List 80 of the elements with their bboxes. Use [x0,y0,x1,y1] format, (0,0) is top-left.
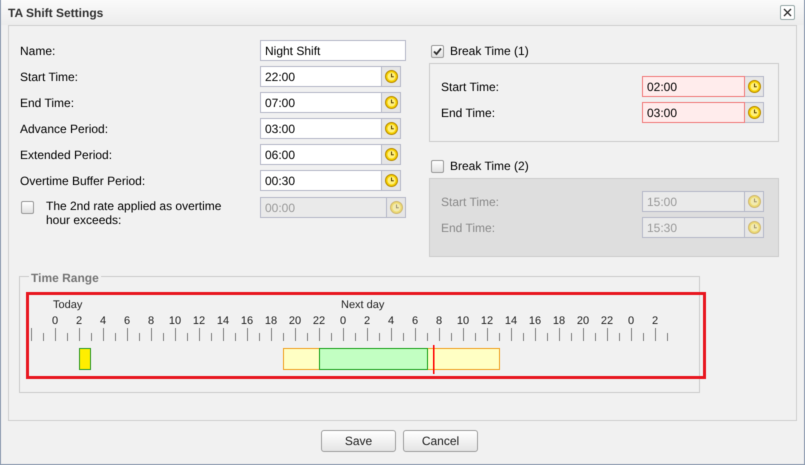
clock-button[interactable] [382,170,401,191]
clock-icon [384,122,398,135]
time-field[interactable]: 00:30 [260,170,382,191]
clock-button[interactable] [382,118,401,139]
hour-label: 10 [456,315,470,327]
checkbox[interactable] [431,160,444,172]
clock-icon [384,96,398,109]
checkbox[interactable] [21,201,34,214]
time-field[interactable]: 02:00 [642,76,745,97]
field-label: End Time: [441,220,496,236]
hour-label: 10 [168,315,182,327]
clock-icon [748,80,760,93]
hour-label: 12 [480,315,494,327]
clock-icon [748,195,760,208]
window-title: TA Shift Settings [8,4,104,22]
hour-label: 4 [100,315,106,327]
clock-button[interactable] [745,217,764,238]
checkmark-icon [433,46,442,56]
close-icon [783,8,792,17]
dialog-button[interactable]: Cancel [403,430,478,452]
field-label: End Time: [20,94,76,112]
field-label: Start Time: [20,68,80,86]
day-label: Today [53,299,82,311]
hour-label: 22 [600,315,614,327]
time-field[interactable]: 03:00 [260,118,382,139]
hour-label: 8 [148,315,154,327]
hour-label: 12 [192,315,206,327]
field-label: End Time: [441,104,496,122]
hour-label: 22 [312,315,326,327]
time-field[interactable]: 06:00 [260,144,382,165]
clock-icon [390,201,402,214]
clock-icon [384,70,398,83]
hour-label: 20 [288,315,302,327]
field-label: Name: [20,42,56,60]
hour-label: 0 [340,315,346,327]
clock-button[interactable] [745,191,764,212]
hour-label: 14 [216,315,230,327]
checkbox[interactable] [431,44,444,58]
clock-button[interactable] [745,76,764,97]
hour-label: 18 [552,315,566,327]
name-field[interactable]: Night Shift [260,40,406,61]
clock-icon [748,106,760,119]
time-field[interactable]: 22:00 [260,66,382,87]
time-field[interactable]: 03:00 [642,102,745,123]
checkbox-label: Break Time (1) [450,43,529,60]
hour-label: 18 [264,315,278,327]
close-button[interactable] [780,5,795,20]
clock-icon [384,174,398,187]
advance-period-bar [283,348,320,370]
field-label: Start Time: [441,194,500,210]
hour-label: 2 [364,315,370,327]
checkbox-label: The 2nd rate applied as overtime hour exceeds: [46,198,222,227]
hour-label: 2 [76,315,82,327]
hour-label: 4 [388,315,394,327]
hour-label: 16 [240,315,254,327]
day-label: Next day [341,299,384,311]
checkbox-label: Break Time (2) [450,158,529,175]
field-label: Advance Period: [20,120,110,138]
hour-label: 8 [436,315,442,327]
hour-label: 6 [412,315,418,327]
clock-button[interactable] [382,144,401,165]
field-label: Start Time: [441,78,500,96]
hour-label: 6 [124,315,130,327]
clock-button[interactable] [382,92,401,113]
field-label: Extended Period: [20,146,114,164]
hour-label: 0 [52,315,58,327]
hour-label: 14 [504,315,518,327]
time-field[interactable]: 07:00 [260,92,382,113]
clock-button[interactable] [382,66,401,87]
clock-button[interactable] [387,197,406,218]
clock-icon [384,148,398,161]
hour-label: 16 [528,315,542,327]
dialog-button[interactable]: Save [321,430,396,452]
hour-label: 20 [576,315,590,327]
overtime-marker [433,345,434,374]
hour-label: 0 [628,315,634,327]
field-label: Overtime Buffer Period: [20,172,146,190]
clock-button[interactable] [745,102,764,123]
clock-icon [748,221,760,234]
hour-label: 2 [652,315,658,327]
